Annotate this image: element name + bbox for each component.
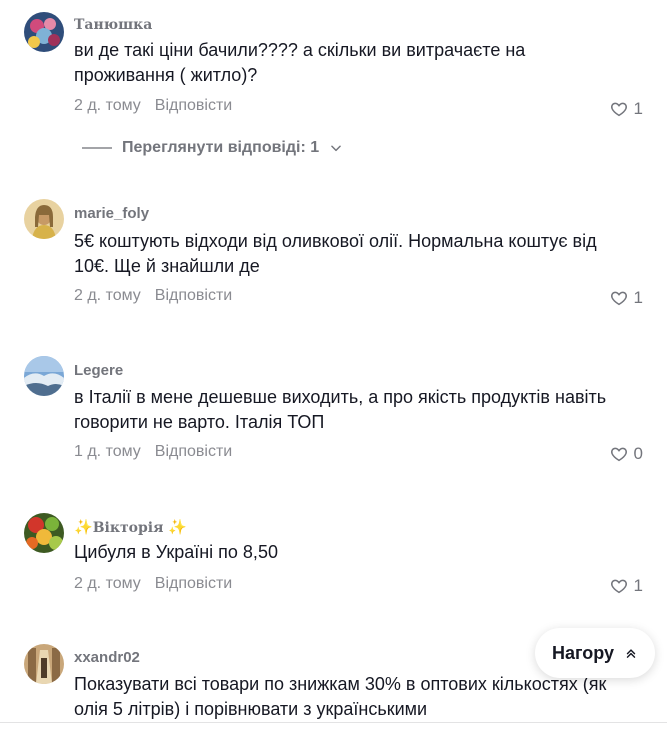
like-count: 1 <box>633 288 643 307</box>
back-to-top-label: Нагору <box>551 642 615 663</box>
sparkle-icon: ✨ <box>74 518 93 536</box>
heart-icon <box>610 579 627 594</box>
comment-text: Цибуля в Україні по 8,50 <box>74 542 278 562</box>
heart-icon <box>610 102 627 117</box>
comment-text: ви де такі ціни бачили???? а скільки ви … <box>74 40 526 85</box>
comment-username[interactable]: Legere <box>74 362 123 379</box>
divider-line <box>82 147 112 149</box>
comment-text: Показувати всі товари по знижкам 30% в о… <box>74 674 607 719</box>
heart-icon <box>610 291 627 306</box>
reply-button[interactable]: Відповісти <box>155 443 232 460</box>
heart-icon <box>610 447 627 462</box>
reply-button[interactable]: Відповісти <box>155 287 232 304</box>
comment-username[interactable]: xxandr02 <box>74 649 140 666</box>
back-to-top-button[interactable]: Нагору <box>535 628 655 678</box>
comment-username[interactable]: Танюшка <box>74 17 152 33</box>
username-label: Вікторія <box>92 520 164 536</box>
comment-meta: 2 д. тому Відповісти <box>74 287 232 305</box>
chevron-down-icon <box>331 145 341 152</box>
comment-meta: 2 д. тому Відповісти <box>74 575 232 593</box>
view-replies-button[interactable]: Переглянути відповіді: 1 <box>82 139 343 157</box>
like-button[interactable]: 1 <box>610 576 643 596</box>
comment-time: 2 д. тому <box>74 575 141 592</box>
sparkle-icon: ✨ <box>168 518 187 536</box>
like-button[interactable]: 0 <box>610 444 643 464</box>
comment-meta: 2 д. тому Відповісти <box>74 97 232 115</box>
comment-text: в Італії в мене дешевше виходить, а про … <box>74 387 607 432</box>
comment-time: 2 д. тому <box>74 97 141 114</box>
avatar[interactable] <box>24 513 64 553</box>
avatar[interactable] <box>24 356 64 396</box>
comment-time: 2 д. тому <box>74 287 141 304</box>
comment-meta: 1 д. тому Відповісти <box>74 443 232 461</box>
reply-button[interactable]: Відповісти <box>155 575 232 592</box>
comment-time: 1 д. тому <box>74 443 141 460</box>
double-chevron-up-icon <box>626 649 636 658</box>
like-count: 0 <box>633 444 643 463</box>
view-replies-label: Переглянути відповіді: 1 <box>122 139 320 156</box>
reply-button[interactable]: Відповісти <box>155 97 232 114</box>
comment-text: 5€ коштують відходи від оливкової олії. … <box>74 231 597 276</box>
comment-username[interactable]: marie_foly <box>74 205 149 222</box>
comment-username[interactable]: ✨Вікторія ✨ <box>74 518 187 536</box>
like-button[interactable]: 1 <box>610 288 643 308</box>
divider <box>0 722 667 723</box>
like-count: 1 <box>633 99 643 118</box>
avatar[interactable] <box>24 199 64 239</box>
avatar[interactable] <box>24 644 64 684</box>
like-count: 1 <box>633 576 643 595</box>
like-button[interactable]: 1 <box>610 99 643 119</box>
avatar[interactable] <box>24 12 64 52</box>
